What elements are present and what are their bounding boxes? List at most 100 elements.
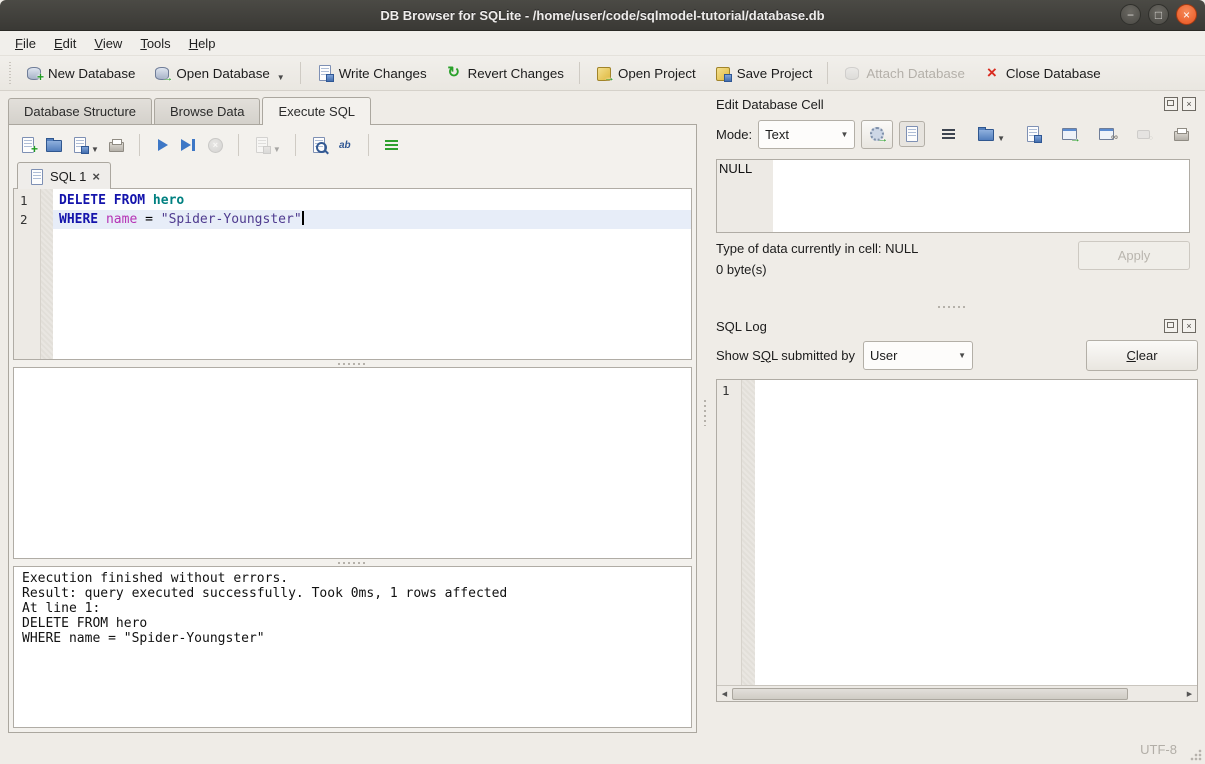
apply-button[interactable]: Apply: [1078, 241, 1190, 270]
token-id: name: [106, 212, 137, 227]
menu-help[interactable]: Help: [180, 33, 225, 54]
toolbar-button-label: Attach Database: [866, 66, 965, 81]
edit-cell-title: Edit Database Cell: [716, 97, 1164, 112]
gear-icon: →: [868, 125, 886, 143]
open-project-button[interactable]: → Open Project: [586, 59, 705, 87]
print-button[interactable]: [107, 136, 125, 154]
import-data-button[interactable]: ▼: [973, 121, 1009, 147]
format-sql-button[interactable]: [383, 136, 401, 154]
cell-type-info: Type of data currently in cell: NULL: [716, 241, 1078, 256]
menu-tools[interactable]: Tools: [131, 33, 179, 54]
open-sql-file-icon: [45, 136, 63, 154]
log-filter-label: Show SQL submitted by: [716, 348, 855, 363]
open-external-button[interactable]: →: [1057, 121, 1083, 147]
editor-code-area[interactable]: DELETE FROM heroWHERE name = "Spider-You…: [53, 189, 691, 359]
encoding-indicator[interactable]: UTF-8: [1140, 742, 1177, 757]
app-window: DB Browser for SQLite - /home/user/code/…: [0, 0, 1205, 764]
text-mode-icon: [903, 125, 921, 143]
word-wrap-button[interactable]: [936, 121, 962, 147]
toolbar-handle[interactable]: [7, 62, 13, 84]
log-code-area: [755, 380, 1197, 685]
execute-all-button[interactable]: [154, 136, 172, 154]
open-database-button[interactable]: →Open Database▼: [144, 59, 293, 87]
export-data-button[interactable]: [1020, 121, 1046, 147]
cell-edit-area[interactable]: [773, 160, 1189, 232]
tab-database-structure[interactable]: Database Structure: [8, 98, 152, 124]
replace-button[interactable]: ab: [336, 136, 354, 154]
write-changes-icon: [316, 64, 334, 82]
mode-label: Mode:: [716, 127, 752, 142]
revert-changes-button[interactable]: ↻Revert Changes: [436, 59, 573, 87]
menu-edit[interactable]: Edit: [45, 33, 85, 54]
scroll-left-icon[interactable]: ◀: [717, 687, 732, 701]
apply-settings-button[interactable]: →: [861, 120, 893, 149]
sql-log-view[interactable]: 1 ◀ ▶: [716, 379, 1198, 702]
find-button[interactable]: [310, 136, 328, 154]
text-cursor: [302, 211, 304, 225]
sql-tab-bar: SQL 1 ×: [13, 160, 692, 188]
toolbar-button-label: Write Changes: [339, 66, 427, 81]
close-button[interactable]: ×: [1176, 4, 1197, 25]
save-sql-file-icon: [71, 136, 89, 154]
sql-editor[interactable]: 12 DELETE FROM heroWHERE name = "Spider-…: [13, 188, 692, 360]
maximize-button[interactable]: □: [1148, 4, 1169, 25]
results-messages-splitter[interactable]: [13, 559, 692, 566]
close-icon[interactable]: ×: [1182, 97, 1196, 111]
close-tab-icon[interactable]: ×: [92, 169, 100, 184]
log-filter-select[interactable]: User ▼: [863, 341, 973, 370]
chevron-down-icon: ▼: [91, 145, 99, 154]
tab-browse-data[interactable]: Browse Data: [154, 98, 260, 124]
edit-cell-icon-toolbar: ▼ → ∞: [899, 121, 1198, 147]
menu-view[interactable]: View: [85, 33, 131, 54]
mode-select[interactable]: Text ▼: [758, 120, 855, 149]
resize-grip[interactable]: [1189, 748, 1203, 762]
mode-value: Text: [765, 127, 832, 142]
log-fold-margin[interactable]: [742, 380, 755, 685]
save-project-button[interactable]: Save Project: [705, 59, 822, 87]
close-database-icon: ×: [983, 64, 1001, 82]
attach-database-button: Attach Database: [834, 59, 974, 87]
open-database-icon: →: [153, 64, 171, 82]
float-icon[interactable]: [1164, 97, 1178, 111]
sql-editor-tab[interactable]: SQL 1 ×: [17, 162, 111, 189]
text-mode-button[interactable]: [899, 121, 925, 147]
edit-cell-controls: Mode: Text ▼ → ▼ → ∞: [708, 115, 1198, 153]
open-project-icon: →: [595, 64, 613, 82]
close-icon[interactable]: ×: [1182, 319, 1196, 333]
float-icon[interactable]: [1164, 319, 1178, 333]
statusbar: UTF-8: [0, 735, 1205, 764]
execute-line-button[interactable]: [180, 136, 198, 154]
cell-editor[interactable]: NULL: [716, 159, 1190, 233]
dock-splitter[interactable]: [708, 301, 1198, 313]
scroll-right-icon[interactable]: ▶: [1182, 687, 1197, 701]
chevron-down-icon: ▼: [958, 351, 966, 360]
write-changes-button[interactable]: Write Changes: [307, 59, 436, 87]
horizontal-scrollbar[interactable]: ◀ ▶: [717, 685, 1197, 701]
menu-file[interactable]: File: [6, 33, 45, 54]
tab-execute-sql[interactable]: Execute SQL: [262, 97, 371, 125]
line-number: 2: [14, 210, 40, 229]
chevron-down-icon: ▼: [840, 130, 848, 139]
results-grid[interactable]: [13, 367, 692, 559]
message-line: Execution finished without errors.: [22, 571, 683, 586]
open-sql-file-button[interactable]: [45, 136, 63, 154]
toolbar-button-label: Open Project: [618, 66, 696, 81]
print-cell-button[interactable]: [1168, 121, 1194, 147]
new-database-button[interactable]: +New Database: [16, 59, 144, 87]
sql-log-dock-header: SQL Log ×: [708, 313, 1198, 337]
toolbar-button-label: Open Database: [176, 66, 269, 81]
token-tbl: hero: [153, 193, 184, 208]
minimize-button[interactable]: −: [1120, 4, 1141, 25]
link-button[interactable]: ∞: [1094, 121, 1120, 147]
scrollbar-thumb[interactable]: [732, 688, 1128, 700]
save-sql-file-button[interactable]: ▼: [71, 136, 99, 154]
token-op: [98, 212, 106, 227]
clear-button[interactable]: Clear: [1086, 340, 1198, 371]
scrollbar-track[interactable]: [732, 687, 1182, 701]
editor-results-splitter[interactable]: [13, 360, 692, 367]
close-database-button[interactable]: ×Close Database: [974, 59, 1110, 87]
new-tab-button[interactable]: +: [19, 136, 37, 154]
editor-fold-margin: [41, 189, 53, 359]
save-results-button: ▼: [253, 136, 281, 154]
execute-all-icon: [154, 136, 172, 154]
